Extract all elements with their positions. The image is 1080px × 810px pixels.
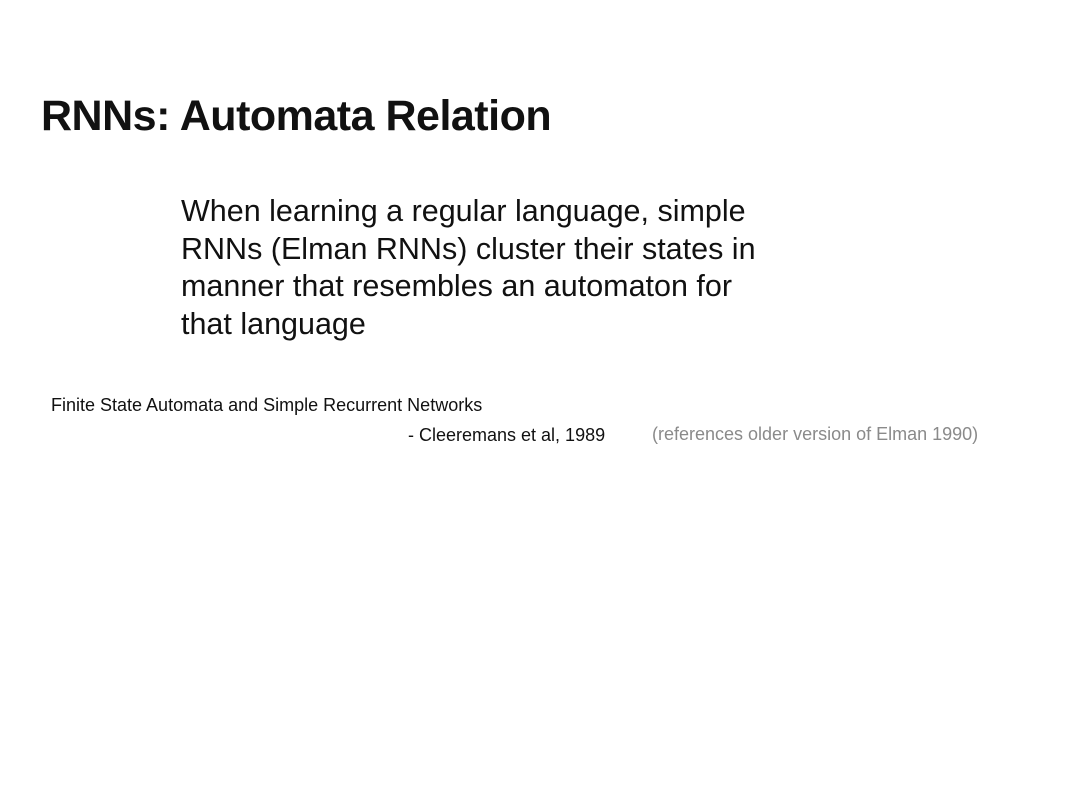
quote-line: RNNs (Elman RNNs) cluster their states i…: [181, 231, 756, 266]
quote-text: When learning a regular language, simple…: [181, 193, 881, 343]
slide: RNNs: Automata Relation When learning a …: [0, 0, 1080, 810]
quote-line: When learning a regular language, simple: [181, 194, 746, 228]
quote-line: that language: [181, 306, 366, 341]
reference-note: (references older version of Elman 1990): [652, 424, 979, 444]
reference-author: - Cleeremans et al, 1989: [408, 425, 606, 445]
quote-line: manner that resembles an automaton for: [181, 269, 732, 303]
slide-title: RNNs: Automata Relation: [41, 92, 552, 140]
reference-title: Finite State Automata and Simple Recurre…: [51, 395, 483, 415]
